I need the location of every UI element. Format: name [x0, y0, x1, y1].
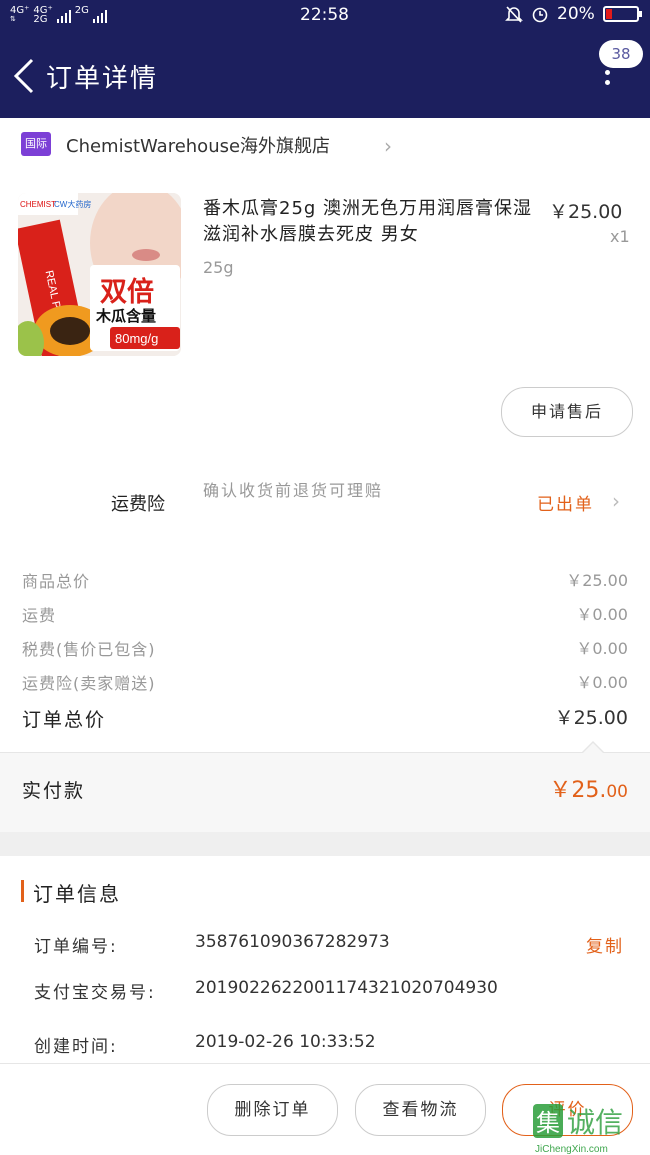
store-tag-text: CW大药房	[54, 199, 91, 209]
order-total-value: ￥25.00	[554, 707, 628, 729]
signal-icon-2	[92, 7, 107, 23]
network-label-4: 2G	[74, 5, 89, 16]
order-no-value: 358761090367282973	[195, 932, 390, 952]
product-photo-illustration: CHEMIST CW大药房 REAL PAW PAW 双倍 木瓜含量 80mg/…	[18, 193, 181, 356]
signal-icon	[56, 7, 71, 23]
paid-value: ￥25.00	[549, 772, 628, 804]
view-logistics-button[interactable]: 查看物流	[355, 1084, 486, 1136]
product-title[interactable]: 番木瓜膏25g 澳洲无色万用润唇膏保湿滋润补水唇膜去死皮 男女	[203, 196, 543, 248]
created-time-label: 创建时间:	[34, 1037, 118, 1057]
product-subline: 木瓜含量	[95, 307, 156, 325]
alarm-icon	[532, 7, 548, 23]
paid-label: 实付款	[22, 780, 86, 802]
battery-icon	[602, 6, 642, 22]
more-menu-icon[interactable]	[600, 70, 614, 96]
summary-tax-value: ￥0.00	[576, 639, 628, 658]
paid-value-main: ￥25.	[549, 778, 607, 803]
summary-tax-label: 税费(售价已包含)	[22, 640, 156, 659]
order-no-label: 订单编号:	[34, 937, 118, 957]
status-bar-right: 20%	[505, 4, 642, 24]
watermark-logo: 集 诚信 JiChengXin.com	[527, 1100, 649, 1155]
status-time: 22:58	[300, 5, 349, 25]
summary-shipping-value: ￥0.00	[576, 605, 628, 624]
product-spec: 25g	[203, 258, 234, 277]
paid-value-cents: 00	[606, 782, 628, 802]
svg-text:集: 集	[536, 1109, 560, 1137]
product-image[interactable]: CHEMIST CW大药房 REAL PAW PAW 双倍 木瓜含量 80mg/…	[18, 193, 181, 356]
bell-muted-icon	[505, 6, 523, 23]
alipay-no-value: 2019022622001174321020704930	[195, 978, 498, 998]
order-total-label: 订单总价	[22, 709, 107, 731]
product-quantity: x1	[610, 227, 630, 246]
insurance-label: 运费险	[111, 494, 165, 515]
product-price: ￥25.00	[549, 201, 623, 223]
summary-insurance-label: 运费险(卖家赠送)	[22, 674, 156, 693]
back-arrow-icon[interactable]	[10, 56, 40, 96]
order-info-title: 订单信息	[33, 882, 121, 906]
alipay-no-label: 支付宝交易号:	[34, 983, 156, 1003]
summary-goods-label: 商品总价	[22, 572, 91, 591]
summary-goods-value: ￥25.00	[566, 571, 628, 590]
product-dose: 80mg/g	[115, 331, 158, 346]
network-label-3: 2G	[33, 14, 48, 25]
created-time-value: 2019-02-26 10:33:52	[195, 1032, 376, 1052]
chevron-right-icon[interactable]: ›	[384, 134, 392, 158]
status-bar-left: 4G⁺ ⇅ 4G⁺ 2G 2G	[10, 5, 107, 25]
product-headline: 双倍	[100, 276, 154, 308]
network-label-1: 4G⁺	[10, 5, 30, 16]
store-name[interactable]: ChemistWarehouse海外旗舰店	[66, 132, 330, 158]
chevron-right-icon[interactable]: ›	[612, 489, 620, 513]
notch-decoration-inner	[583, 743, 603, 753]
after-sale-button[interactable]: 申请售后	[501, 387, 633, 437]
copy-button[interactable]: 复制	[586, 932, 624, 957]
section-accent-bar	[21, 880, 24, 902]
brand-tag-text: CHEMIST	[20, 200, 56, 209]
page-title: 订单详情	[46, 64, 159, 94]
summary-insurance-value: ￥0.00	[576, 673, 628, 692]
watermark-text: 诚信	[567, 1106, 623, 1139]
battery-text: 20%	[557, 4, 595, 24]
international-tag-icon: 国际	[21, 132, 51, 156]
section-divider	[0, 832, 650, 856]
summary-shipping-label: 运费	[22, 606, 57, 625]
message-badge[interactable]: 38	[599, 40, 643, 68]
watermark-sub: JiChengXin.com	[535, 1144, 608, 1154]
insurance-desc: 确认收货前退货可理赔	[203, 481, 384, 500]
delete-order-button[interactable]: 删除订单	[207, 1084, 338, 1136]
insurance-status[interactable]: 已出单	[537, 490, 594, 515]
